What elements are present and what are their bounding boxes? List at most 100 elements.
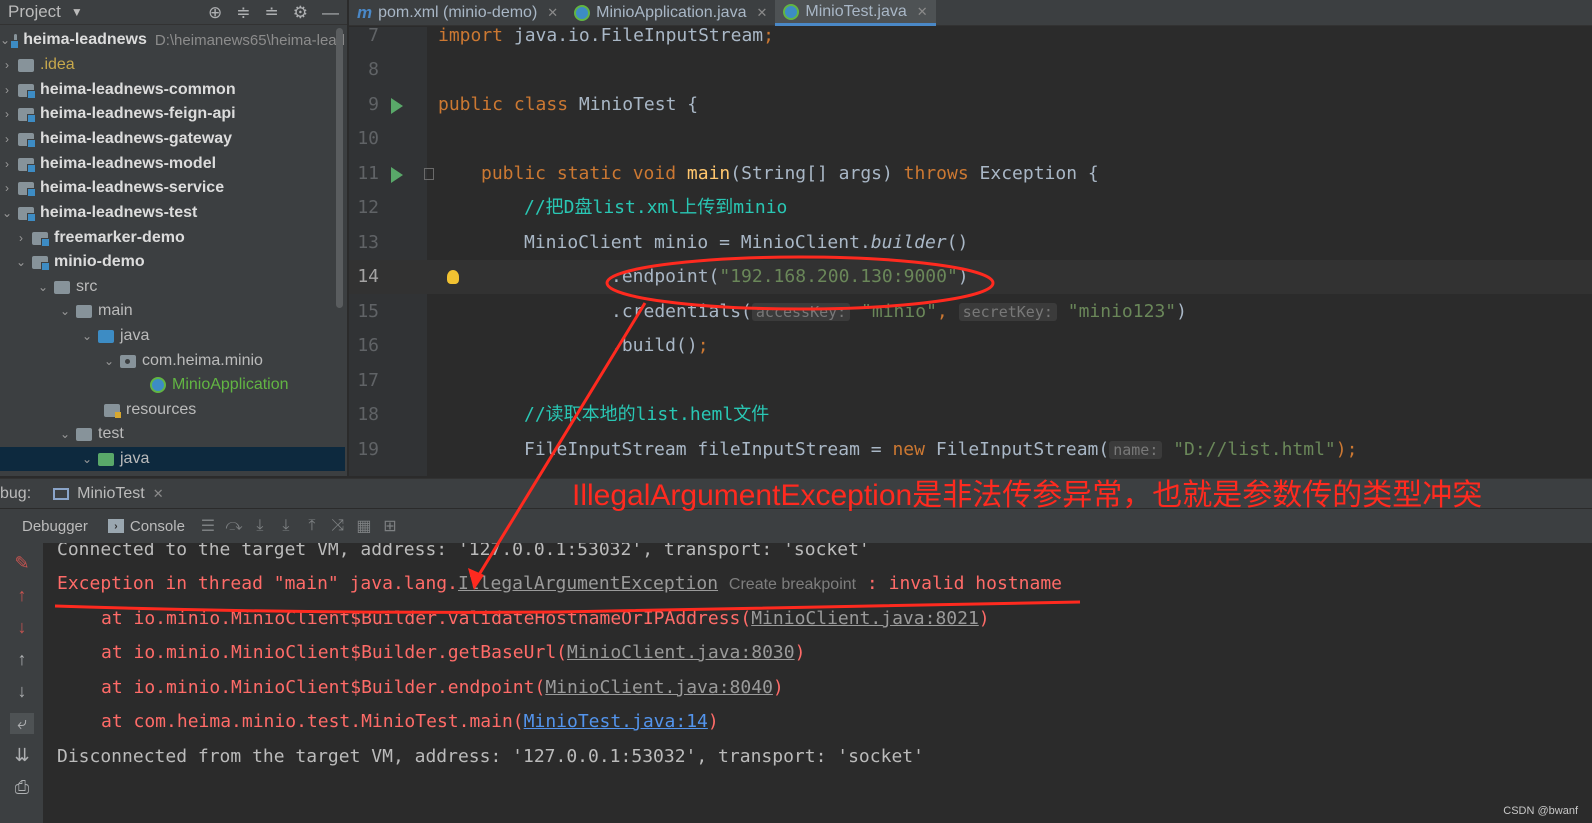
folder-icon [54, 280, 70, 294]
source-link[interactable]: MinioClient.java:8021 [751, 608, 979, 629]
code-line[interactable]: 8 [349, 53, 1592, 87]
layout-icon[interactable]: ⊞ [377, 516, 403, 536]
tree-item-feign-api[interactable]: › heima-leadnews-feign-api [0, 102, 345, 126]
menu-icon[interactable]: ☰ [195, 516, 221, 536]
close-icon[interactable]: ✕ [153, 486, 164, 502]
chevron-down-icon[interactable]: ⌄ [80, 329, 94, 343]
close-icon[interactable]: ✕ [547, 5, 558, 21]
parameter-hint: accessKey: [751, 303, 851, 321]
code-line[interactable]: 17 [349, 364, 1592, 398]
chevron-down-icon[interactable]: ⌄ [0, 206, 14, 220]
tree-item-minio-application[interactable]: MinioApplication [0, 373, 345, 397]
run-icon[interactable] [391, 98, 403, 114]
fold-icon[interactable] [424, 168, 434, 180]
tree-item-src[interactable]: ⌄ src [0, 275, 345, 299]
close-icon[interactable]: ✕ [917, 4, 928, 20]
tree-item-minio-demo[interactable]: ⌄ minio-demo [0, 250, 345, 274]
tab-pom-xml[interactable]: m pom.xml (minio-demo) ✕ [349, 0, 566, 26]
tree-item-freemarker-demo[interactable]: › freemarker-demo [0, 226, 345, 250]
tab-console[interactable]: › Console [98, 509, 195, 543]
debug-session-tab[interactable]: MinioTest ✕ [53, 485, 164, 503]
code-token: FileInputStream( [924, 439, 1110, 460]
tree-item-idea[interactable]: › .idea [0, 53, 345, 77]
code-line[interactable]: 12 //把D盘list.xml上传到minio [349, 191, 1592, 225]
code-editor[interactable]: 7 import java.io.FileInputStream; 8 9 pu… [349, 27, 1592, 476]
lightbulb-icon[interactable] [447, 270, 459, 284]
up-icon[interactable]: ↑ [10, 649, 34, 670]
tree-item-resources[interactable]: resources [0, 398, 345, 422]
chevron-right-icon[interactable]: › [0, 132, 14, 146]
console-output[interactable]: Connected to the target VM, address: '12… [43, 543, 1592, 823]
chevron-down-icon[interactable]: ⌄ [36, 280, 50, 294]
expand-all-icon[interactable]: ≑ [236, 3, 250, 23]
tree-item-test-java[interactable]: ⌄ java [0, 447, 345, 471]
tree-scrollbar[interactable] [336, 28, 343, 308]
tab-debugger[interactable]: Debugger [12, 509, 98, 543]
source-link[interactable]: MinioClient.java:8040 [545, 677, 773, 698]
code-line-current[interactable]: 14 .endpoint("192.168.200.130:9000") [349, 260, 1592, 294]
code-line[interactable]: 16 .build(); [349, 329, 1592, 363]
step-over-icon[interactable]: ⤓ [247, 517, 273, 535]
print-icon[interactable]: ⎙ [10, 777, 34, 798]
exception-link[interactable]: IllegalArgumentException [458, 573, 718, 594]
tree-item-label: minio-demo [54, 253, 145, 270]
step-into-icon[interactable]: ⤓ [273, 517, 299, 535]
chevron-right-icon[interactable]: › [0, 107, 14, 121]
arrow-up-icon[interactable]: ↑ [10, 585, 34, 606]
create-breakpoint-link[interactable]: Create breakpoint [729, 576, 856, 593]
tree-item-test-folder[interactable]: ⌄ test [0, 422, 345, 446]
console-text: ) [794, 642, 806, 663]
tree-item-package[interactable]: ⌄ com.heima.minio [0, 349, 345, 373]
collapse-all-icon[interactable]: ≐ [265, 3, 279, 23]
code-line[interactable]: 19 FileInputStream fileInputStream = new… [349, 433, 1592, 467]
code-line[interactable]: 15 .credentials(accessKey: "minio", secr… [349, 295, 1592, 329]
tree-item-model[interactable]: › heima-leadnews-model [0, 152, 345, 176]
run-icon[interactable] [391, 167, 403, 183]
chevron-right-icon[interactable]: › [0, 181, 14, 195]
chevron-down-icon[interactable]: ▼ [71, 5, 83, 19]
tab-minio-test[interactable]: MinioTest.java ✕ [775, 0, 936, 26]
chevron-right-icon[interactable]: › [14, 231, 28, 245]
scroll-to-end-icon[interactable]: ⇊ [10, 745, 34, 766]
tab-minio-application[interactable]: MinioApplication.java ✕ [566, 0, 775, 26]
edit-icon[interactable]: ✎ [10, 553, 34, 574]
code-line[interactable]: 7 import java.io.FileInputStream; [349, 27, 1592, 53]
chevron-down-icon[interactable]: ⌄ [14, 255, 28, 269]
chevron-right-icon[interactable]: › [0, 58, 14, 72]
down-icon[interactable]: ↓ [10, 681, 34, 702]
code-line[interactable]: 9 public class MinioTest { [349, 88, 1592, 122]
soft-wrap-icon[interactable]: ⤶ [10, 713, 34, 734]
chevron-down-icon[interactable]: ⌄ [0, 33, 10, 47]
run-to-cursor-icon[interactable]: ⤨ [325, 517, 351, 535]
tree-item-common[interactable]: › heima-leadnews-common [0, 78, 345, 102]
close-icon[interactable]: ✕ [756, 5, 767, 21]
tree-item-main-java[interactable]: ⌄ java [0, 324, 345, 348]
code-token: MinioClient minio = MinioClient. [524, 232, 871, 253]
show-execution-point-icon[interactable]: ⤼ [221, 517, 247, 535]
source-link[interactable]: MinioTest.java:14 [524, 711, 708, 732]
locate-icon[interactable]: ⊕ [208, 3, 222, 23]
code-line[interactable]: 10 [349, 122, 1592, 156]
code-line[interactable]: 18 //读取本地的list.heml文件 [349, 398, 1592, 432]
code-line[interactable]: 11 public static void main(String[] args… [349, 157, 1592, 191]
chevron-down-icon[interactable]: ⌄ [80, 452, 94, 466]
gear-icon[interactable]: ⚙ [293, 3, 308, 23]
chevron-right-icon[interactable]: › [0, 157, 14, 171]
hide-icon[interactable]: — [322, 3, 339, 23]
step-out-icon[interactable]: ⤒ [299, 517, 325, 535]
tree-item-main[interactable]: ⌄ main [0, 299, 345, 323]
chevron-down-icon[interactable]: ⌄ [58, 304, 72, 318]
tree-item-heima-leadnews[interactable]: ⌄ heima-leadnews D:\heimanews65\heima-le… [0, 28, 345, 52]
chevron-down-icon[interactable]: ⌄ [58, 427, 72, 441]
project-title[interactable]: Project [8, 2, 61, 22]
tree-item-gateway[interactable]: › heima-leadnews-gateway [0, 127, 345, 151]
chevron-down-icon[interactable]: ⌄ [102, 354, 116, 368]
evaluate-icon[interactable]: ▦ [351, 516, 377, 536]
source-link[interactable]: MinioClient.java:8030 [567, 642, 795, 663]
line-number: 16 [357, 335, 379, 356]
chevron-right-icon[interactable]: › [0, 83, 14, 97]
tree-item-service[interactable]: › heima-leadnews-service [0, 176, 345, 200]
arrow-down-icon[interactable]: ↓ [10, 617, 34, 638]
tree-item-test[interactable]: ⌄ heima-leadnews-test [0, 201, 345, 225]
code-line[interactable]: 13 MinioClient minio = MinioClient.build… [349, 226, 1592, 260]
